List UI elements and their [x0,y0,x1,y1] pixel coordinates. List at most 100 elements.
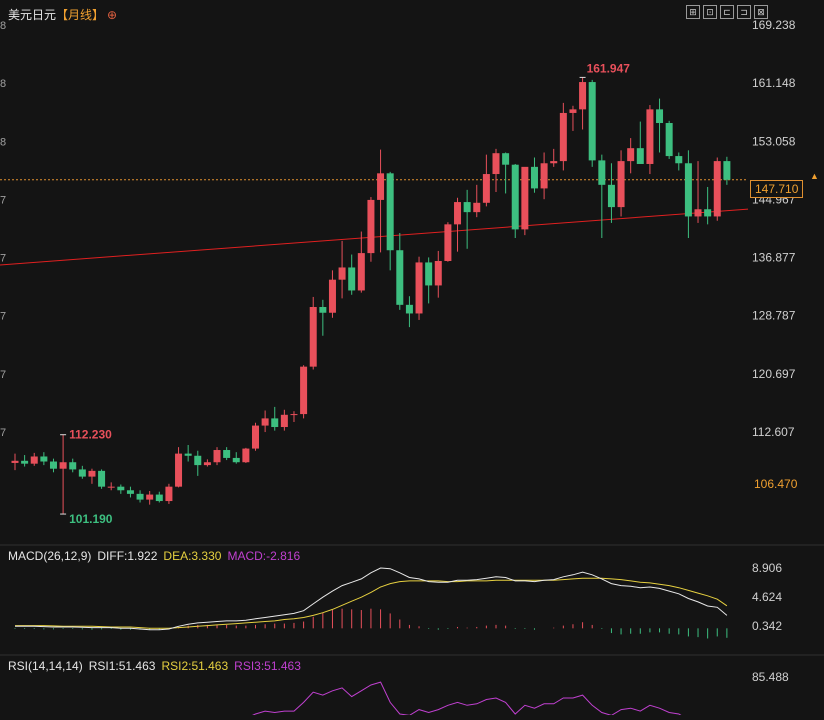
candle-body [40,456,48,462]
candle-body [636,148,644,164]
candle-body [434,261,442,286]
candle-body [396,250,404,305]
rsi-legend[interactable]: RSI(14,14,14) RSI1:51.463 RSI2:51.463 RSI3:… [8,659,307,673]
candle-body [425,262,433,286]
candle-body [579,82,587,110]
macd-legend[interactable]: MACD(26,12,9) DIFF:1.922 DEA:3.330 MACD:-2.… [8,549,306,563]
candle-body [252,425,259,449]
candle-body [242,448,250,463]
candle-body [155,494,163,502]
candle-body [607,184,615,208]
candle-body [21,460,29,464]
candle-body [665,123,673,157]
candle-body [223,450,231,458]
candle-body [30,456,38,464]
macd-tick-label: 0.342 [752,619,782,633]
candle-body [454,202,462,225]
macd-tick-label: 8.906 [752,561,782,575]
candlestick-chart[interactable]: 169.2388161.1488153.0588144.9677136.8777… [0,0,824,720]
candle-body [444,224,452,262]
candle-body [492,153,500,175]
candle-body [136,493,144,500]
candle-body [117,486,125,491]
candle-body [348,267,356,291]
candle-body [482,174,490,203]
macd-tick-label: 4.624 [752,590,782,604]
scroll-up-icon[interactable]: ▲ [810,171,819,181]
rsi3-value: RSI3:51.463 [234,659,301,673]
current-price-tag: 147.710 [750,180,804,198]
chart-stage: 169.238 8 161.148 8 153.058 8 144.967 7 136.877 7… [0,0,824,720]
rsi2-value: RSI2:51.463 [161,659,229,673]
candle-body [511,164,519,230]
rsi-tick-label: 85.488 [752,670,789,684]
rsi1-value: RSI1:51.463 [88,659,156,673]
price-tick-label: 161.148 [752,76,796,90]
candle-body [338,267,346,280]
macd-value: MACD:-2.816 [227,549,301,563]
candle-body [271,418,279,428]
price-tick-label: 128.787 [752,309,796,323]
candle-body [540,163,548,189]
macd-diff-value: DIFF:1.922 [97,549,158,563]
candle-body [713,161,721,217]
low-annotation: 101.190 [69,512,113,526]
candle-body [377,173,385,200]
prev-icon[interactable]: ⊏ [720,5,734,19]
candle-body [357,253,365,291]
left-axis-stub: 8 [0,78,6,90]
left-axis-stub: 7 [0,427,6,439]
candle-body [232,457,240,463]
price-tick-label: 169.238 [752,18,796,32]
rsi-name: RSI(14,14,14) [8,659,83,673]
candle-body [569,109,577,113]
candle-body [405,304,413,314]
candle-body [165,486,173,502]
candle-body [521,166,529,230]
candle-body [146,494,154,500]
candle-body [88,470,96,477]
price-tick-label: 136.877 [752,251,796,265]
candle-body [646,109,654,164]
expand-icon[interactable]: ⊡ [703,5,717,19]
price-tick-label: 153.058 [752,134,796,148]
fit-icon[interactable]: ⊞ [686,5,700,19]
chart-header: 美元日元【月线】 ⊕ [8,6,117,23]
candle-body [107,486,115,488]
candle-body [213,450,221,463]
candle-body [78,469,86,477]
candle-body [530,166,538,189]
candle-body [194,455,202,466]
candle-body [309,306,317,367]
candle-body [184,453,192,456]
candle-body [723,161,731,180]
candle-body [386,173,394,251]
symbol-title: 美元日元 [8,8,57,22]
next-icon[interactable]: ⊐ [737,5,751,19]
candle-body [175,453,183,487]
price-tick-label: 120.697 [752,367,796,381]
add-icon[interactable]: ⊠ [754,5,768,19]
candle-body [588,82,596,161]
left-axis-stub: 8 [0,20,6,32]
candle-body [598,160,606,185]
macd-name: MACD(26,12,9) [8,549,92,563]
target-icon[interactable]: ⊕ [107,8,117,22]
candle-body [59,462,67,469]
candle-body [675,156,683,164]
period-label[interactable]: 【月线】 [56,8,104,22]
candle-body [559,112,567,162]
left-axis-stub: 7 [0,253,6,265]
candle-body [684,163,692,217]
candle-body [704,209,712,217]
candle-body [319,306,327,313]
candle-body [656,109,664,124]
candle-body [617,161,625,208]
candle-body [502,153,510,165]
candle-body [694,209,702,217]
candle-body [550,161,558,164]
candle-body [49,461,57,469]
low-price-tag: 106.470 [754,477,798,491]
mid-high-annotation: 112.230 [69,428,112,442]
candle-body [463,202,471,213]
